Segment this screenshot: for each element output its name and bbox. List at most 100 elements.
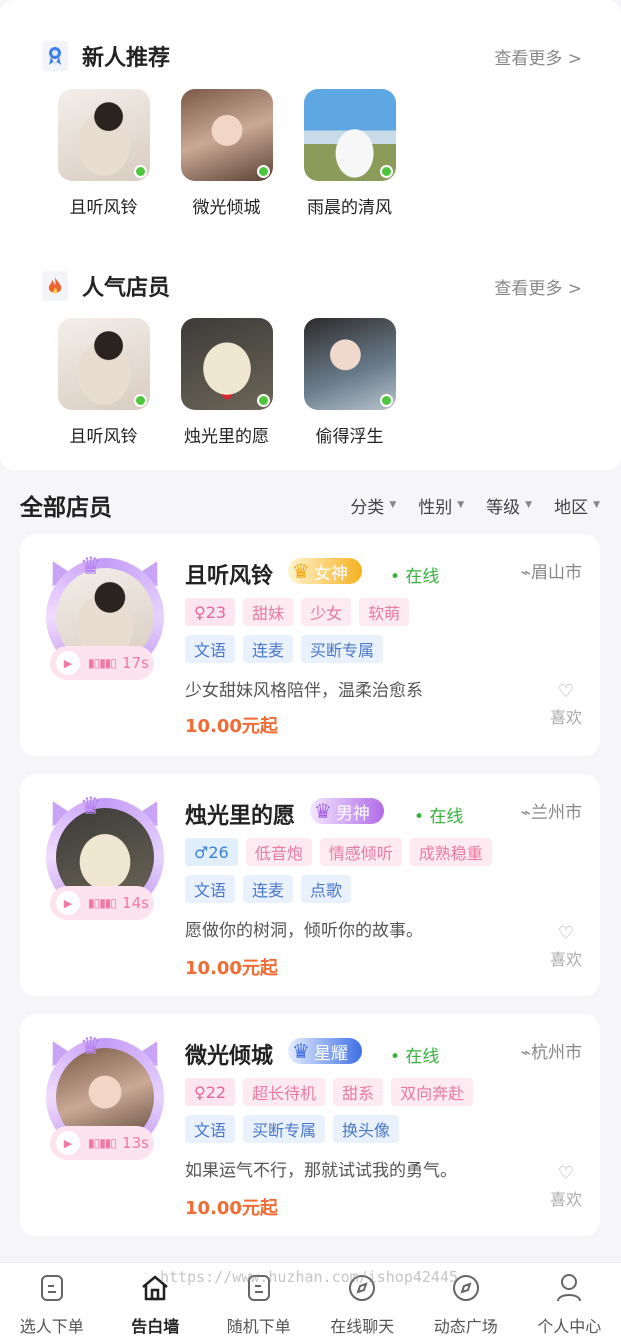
trait-tag: 软萌 (359, 598, 410, 626)
filter-gender[interactable]: 性别 ▼ (418, 493, 464, 518)
online-dot (133, 394, 147, 407)
online-status: • 在线 (414, 807, 464, 827)
tab-select-order[interactable]: 选人下单 (0, 1263, 104, 1344)
filter-label: 地区 (554, 497, 589, 518)
city-label: ⌁兰州市 (521, 798, 582, 823)
service-tags: 文语 连麦 点歌 (185, 875, 352, 903)
location-icon: ⌁ (520, 1043, 531, 1063)
service-tag: 点歌 (301, 875, 352, 903)
avatar (57, 318, 150, 410)
play-icon: ▶ (56, 651, 80, 675)
popular-name: 且听风铃 (69, 427, 138, 447)
avatar (303, 89, 396, 181)
trait-tag: 双向奔赴 (391, 1078, 474, 1106)
recommend-name: 雨晨的清风 (307, 198, 392, 218)
caret-down-icon: ▼ (457, 500, 465, 510)
see-more-link[interactable]: 查看更多 > (494, 274, 582, 299)
price: 10.00元起 (185, 958, 278, 979)
section-title: 新人推荐 (82, 46, 171, 71)
tab-profile[interactable]: 个人中心 (518, 1263, 621, 1344)
voice-duration: 17s (122, 654, 149, 672)
filter-label: 等级 (486, 497, 521, 518)
level-badge: ♛ 女神 (288, 558, 362, 584)
badge-label: 男神 (335, 803, 370, 824)
staff-bio: 愿做你的树洞，倾听你的故事。 (185, 921, 423, 941)
badge-label: 女神 (313, 563, 348, 584)
trait-tag: 甜系 (333, 1078, 384, 1106)
popular-name: 烛光里的愿 (184, 427, 269, 447)
new-recommend-header: 新人推荐 查看更多 > (42, 40, 582, 72)
staff-card[interactable]: ♛ ▶ ▮▯▮▮▯ 14s 烛光里的愿 ♛ 男神 • 在线 ⌁兰州市 ♂26 低音… (20, 774, 600, 996)
crown-frame-icon: ♛ (80, 552, 102, 580)
online-dot (133, 165, 147, 178)
location-icon: ⌁ (520, 563, 531, 583)
popular-item[interactable]: 且听风铃 (42, 318, 165, 447)
service-tag: 文语 (185, 1115, 236, 1143)
caret-down-icon: ▼ (389, 500, 397, 510)
crown-icon: ♛ (292, 1039, 310, 1063)
filter-category[interactable]: 分类 ▼ (350, 493, 396, 518)
trait-tags: ♂26 低音炮 情感倾听 成熟稳重 (185, 838, 492, 866)
service-tag: 文语 (185, 875, 236, 903)
avatar (303, 318, 396, 410)
all-staff-title: 全部店员 (20, 495, 112, 521)
caret-down-icon: ▼ (593, 500, 600, 510)
popular-item[interactable]: 烛光里的愿 (165, 318, 288, 447)
flame-icon (42, 271, 68, 301)
see-more-link[interactable]: 查看更多 > (494, 44, 582, 69)
trait-tags: ♀22 超长待机 甜系 双向奔赴 (185, 1078, 474, 1106)
voice-intro-button[interactable]: ▶ ▮▯▮▮▯ 14s (50, 886, 154, 920)
play-icon: ▶ (56, 1131, 80, 1155)
badge-label: 星耀 (313, 1043, 348, 1064)
voice-intro-button[interactable]: ▶ ▮▯▮▮▯ 17s (50, 646, 154, 680)
trait-tag: 情感倾听 (319, 838, 402, 866)
user-icon (554, 1273, 584, 1303)
waveform-icon: ▮▯▮▮▯ (88, 896, 117, 910)
tab-label: 告白墙 (131, 1317, 180, 1336)
voice-duration: 14s (122, 894, 149, 912)
waveform-icon: ▮▯▮▮▯ (88, 1136, 117, 1150)
like-button[interactable]: ♡ 喜欢 (550, 681, 582, 728)
staff-name: 且听风铃 (185, 564, 274, 589)
age-gender-tag: ♂26 (185, 838, 238, 866)
staff-card[interactable]: ♛ ▶ ▮▯▮▮▯ 17s 且听风铃 ♛ 女神 • 在线 ⌁眉山市 ♀23 甜妹 … (20, 534, 600, 756)
service-tag: 文语 (185, 635, 236, 663)
service-tag: 买断专属 (301, 635, 384, 663)
level-badge: ♛ 男神 (310, 798, 384, 824)
all-staff-header: 全部店员 分类 ▼ 性别 ▼ 等级 ▼ 地区 ▼ (20, 488, 600, 522)
staff-name: 烛光里的愿 (185, 804, 296, 829)
tab-label: 个人中心 (537, 1317, 602, 1336)
service-tag: 连麦 (243, 635, 294, 663)
price: 10.00元起 (185, 716, 278, 737)
service-tag: 连麦 (243, 875, 294, 903)
like-button[interactable]: ♡ 喜欢 (550, 1163, 582, 1210)
ribbon-medal-icon (42, 41, 68, 71)
online-status: • 在线 (390, 1047, 440, 1067)
like-label: 喜欢 (549, 950, 582, 969)
recommend-item[interactable]: 雨晨的清风 (288, 89, 411, 218)
waveform-icon: ▮▯▮▮▯ (88, 656, 117, 670)
tab-label: 动态广场 (433, 1317, 498, 1336)
staff-card[interactable]: ♛ ▶ ▮▯▮▮▯ 13s 微光倾城 ♛ 星耀 • 在线 ⌁杭州市 ♀22 超长待… (20, 1014, 600, 1236)
crown-frame-icon: ♛ (80, 792, 102, 820)
online-dot (256, 165, 270, 178)
like-button[interactable]: ♡ 喜欢 (550, 923, 582, 970)
heart-icon: ♡ (557, 923, 575, 944)
filter-region[interactable]: 地区 ▼ (554, 493, 600, 518)
recommend-item[interactable]: 且听风铃 (42, 89, 165, 218)
play-icon: ▶ (56, 891, 80, 915)
section-title: 人气店员 (82, 276, 171, 301)
avatar (57, 89, 150, 181)
watermark-text: https://www.huzhan.com/ishop42445 (160, 1268, 459, 1286)
voice-intro-button[interactable]: ▶ ▮▯▮▮▯ 13s (50, 1126, 154, 1160)
popular-name: 偷得浮生 (315, 427, 384, 447)
service-tag: 换头像 (333, 1115, 400, 1143)
popular-item[interactable]: 偷得浮生 (288, 318, 411, 447)
staff-bio: 如果运气不行，那就试试我的勇气。 (185, 1161, 457, 1181)
popular-list: 且听风铃 烛光里的愿 偷得浮生 (42, 318, 411, 447)
city-label: ⌁眉山市 (521, 558, 582, 583)
city-label: ⌁杭州市 (521, 1038, 582, 1063)
filter-level[interactable]: 等级 ▼ (486, 493, 532, 518)
recommend-item[interactable]: 微光倾城 (165, 89, 288, 218)
trait-tag: 低音炮 (245, 838, 312, 866)
